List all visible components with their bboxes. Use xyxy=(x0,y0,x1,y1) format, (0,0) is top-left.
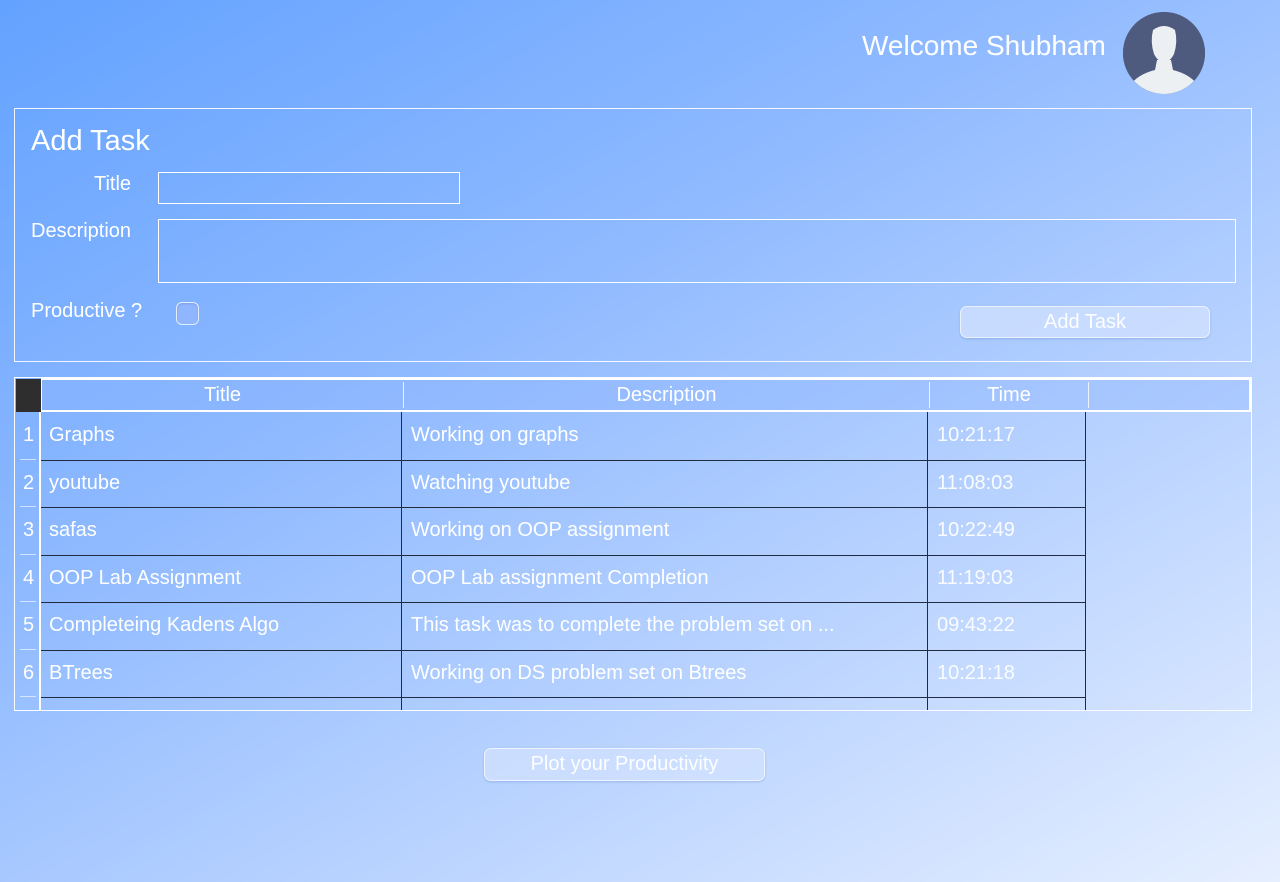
row-number[interactable]: 2 xyxy=(16,460,41,507)
cell-title[interactable]: Completeing Kadens Algo xyxy=(49,602,394,649)
cell-time[interactable]: 09:43:22 xyxy=(937,602,1079,649)
cell-description[interactable]: Working on OOP assignment xyxy=(411,507,921,554)
cell-time[interactable]: 10:21:17 xyxy=(937,412,1079,459)
avatar[interactable] xyxy=(1123,12,1205,94)
cell-time[interactable]: 11:19:03 xyxy=(937,555,1079,602)
row-number-divider xyxy=(20,696,36,697)
user-silhouette-icon xyxy=(1123,12,1205,94)
cell-description[interactable]: Watching youtube xyxy=(411,460,921,507)
row-number[interactable]: 3 xyxy=(16,507,41,554)
cell-title[interactable]: youtube xyxy=(49,460,394,507)
column-divider[interactable] xyxy=(1088,382,1089,408)
welcome-text: Welcome Shubham xyxy=(862,30,1106,61)
row-divider xyxy=(41,697,1086,698)
cell-title[interactable]: safas xyxy=(49,507,394,554)
cell-title[interactable]: OOP Lab Assignment xyxy=(49,555,394,602)
description-label: Description xyxy=(31,220,132,242)
column-header-description[interactable]: Description xyxy=(404,380,929,410)
cell-description[interactable]: Working on graphs xyxy=(411,412,921,459)
add-task-panel: Add Task Title Description Productive ? … xyxy=(14,108,1252,362)
description-input[interactable] xyxy=(158,219,1236,283)
table-header-row: Title Description Time xyxy=(41,378,1251,412)
plot-productivity-button[interactable]: Plot your Productivity xyxy=(484,748,765,781)
cell-time[interactable]: 10:22:49 xyxy=(937,507,1079,554)
cell-time[interactable]: 11:08:03 xyxy=(937,460,1079,507)
row-number[interactable]: 6 xyxy=(16,650,41,697)
cell-title[interactable]: BTrees xyxy=(49,650,394,697)
column-header-time[interactable]: Time xyxy=(930,380,1088,410)
column-header-title[interactable]: Title xyxy=(42,380,403,410)
add-task-heading: Add Task xyxy=(31,125,150,157)
grid-divider xyxy=(401,412,402,710)
grid-divider xyxy=(927,412,928,710)
table-corner xyxy=(16,379,41,412)
cell-description[interactable]: OOP Lab assignment Completion xyxy=(411,555,921,602)
grid-divider xyxy=(1085,412,1086,710)
cell-description[interactable]: Working on DS problem set on Btrees xyxy=(411,650,921,697)
cell-description[interactable]: This task was to complete the problem se… xyxy=(411,602,921,649)
title-input[interactable] xyxy=(158,172,460,204)
row-number[interactable]: 5 xyxy=(16,602,41,649)
cell-time[interactable]: 10:21:18 xyxy=(937,650,1079,697)
row-number[interactable]: 4 xyxy=(16,555,41,602)
title-label: Title xyxy=(94,173,132,195)
productive-checkbox[interactable] xyxy=(176,302,199,325)
row-number-column: 123456 xyxy=(16,412,41,710)
cell-title[interactable]: Graphs xyxy=(49,412,394,459)
add-task-button[interactable]: Add Task xyxy=(960,306,1210,338)
row-number[interactable]: 1 xyxy=(16,412,41,459)
tasks-table: Title Description Time 123456 Graphs Work… xyxy=(14,377,1252,711)
productive-label: Productive ? xyxy=(31,300,143,322)
